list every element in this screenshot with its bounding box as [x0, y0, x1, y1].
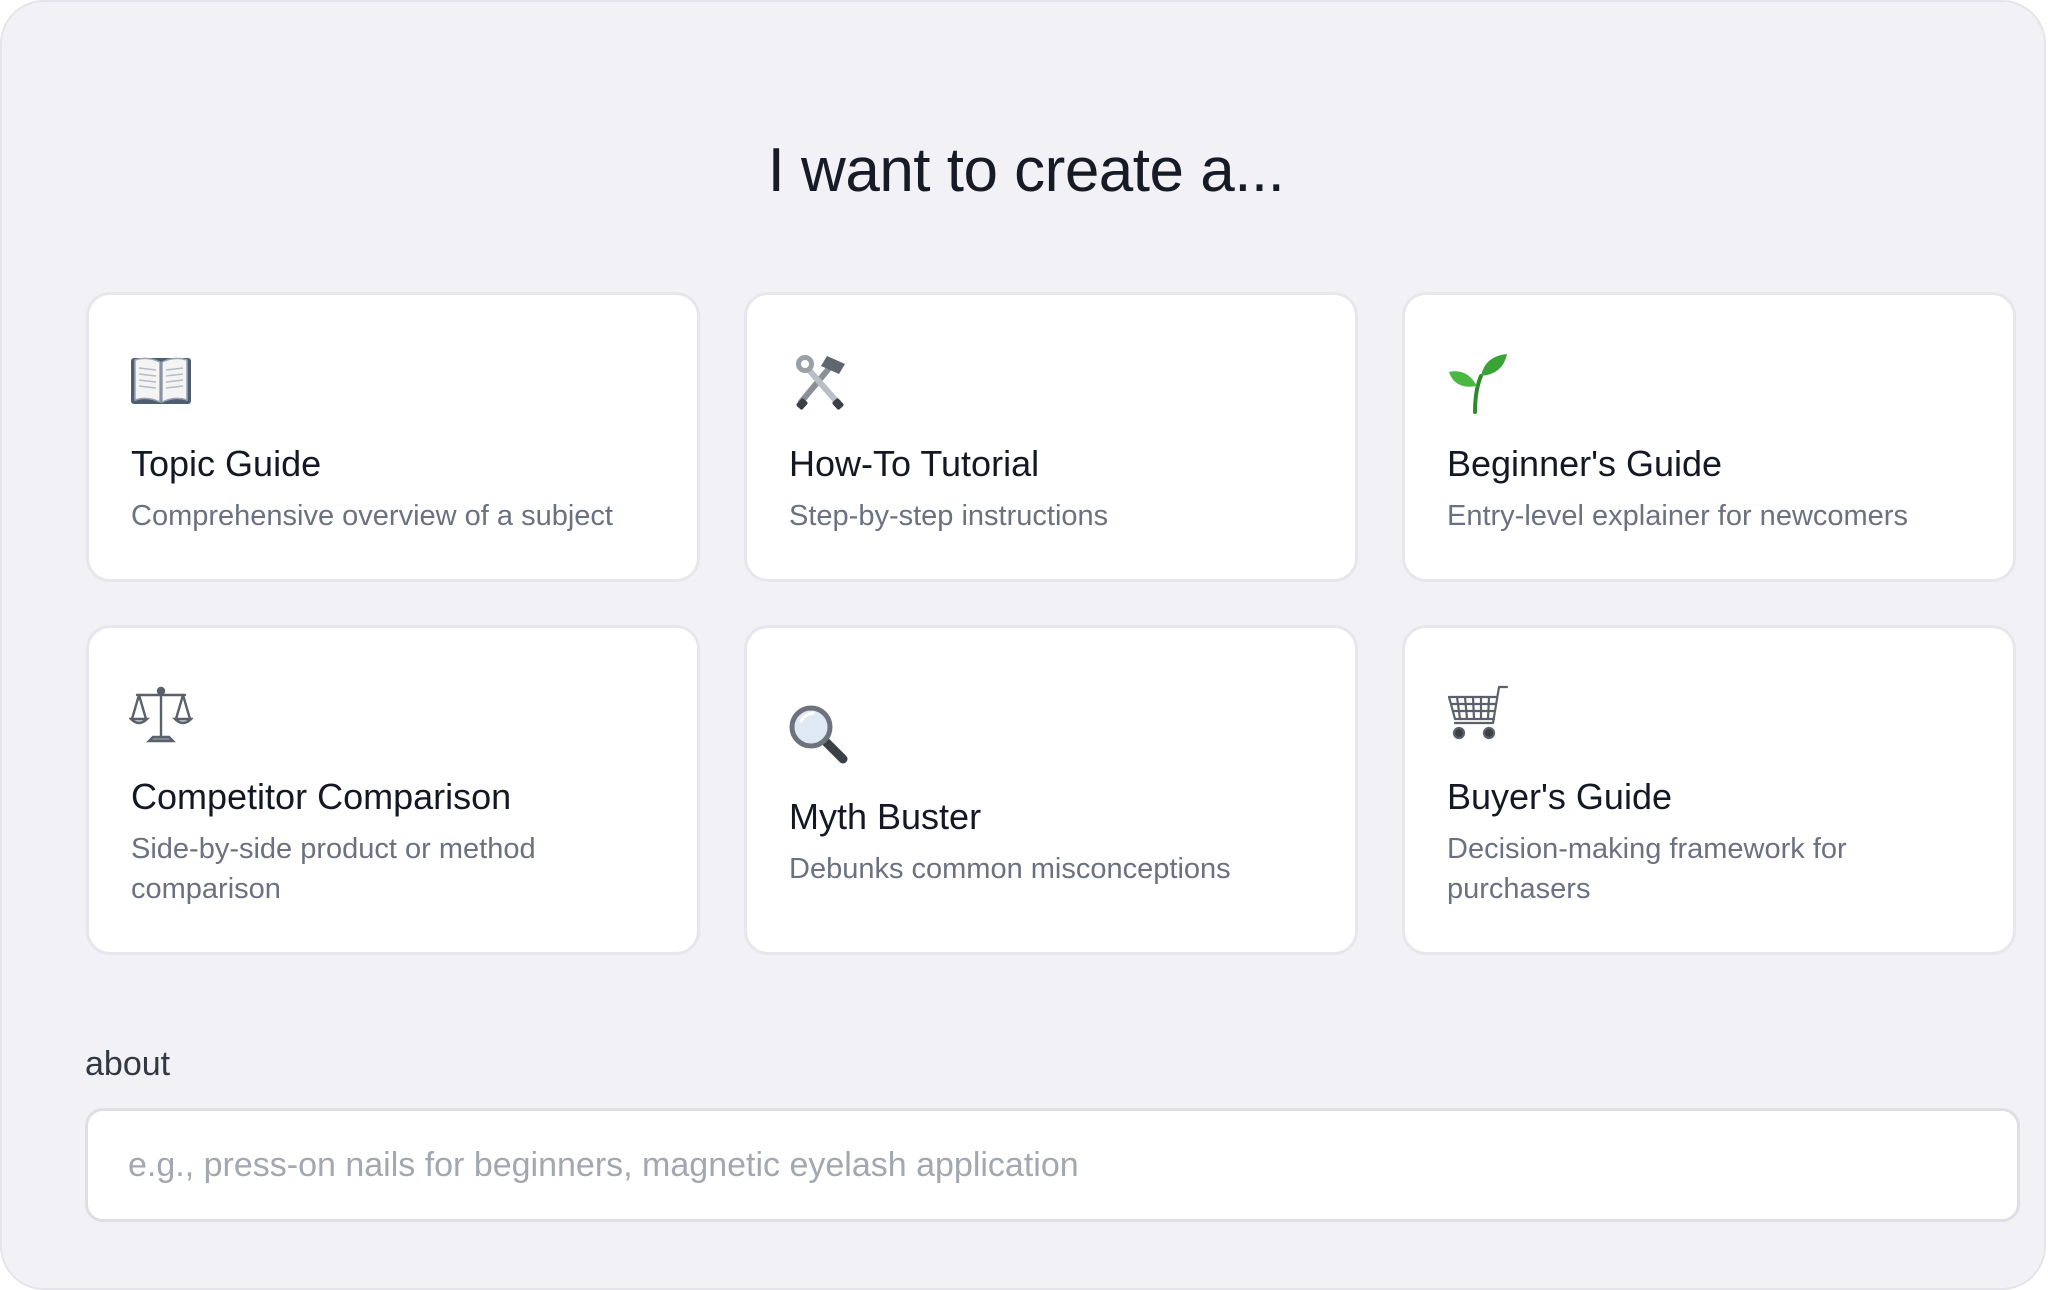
about-label: about [85, 1045, 171, 1083]
option-card-label: Myth Buster [789, 796, 982, 837]
shopping-cart-icon [1445, 683, 1509, 747]
option-card-myth-buster[interactable]: Myth Buster Debunks common misconception… [744, 625, 1358, 955]
option-card-description: Comprehensive overview of a subject [131, 500, 613, 532]
option-card-how-to-tutorial[interactable]: How-To Tutorial Step-by-step instruction… [744, 292, 1358, 582]
option-card-description: Entry-level explainer for newcomers [1447, 500, 1908, 532]
seedling-icon [1445, 350, 1509, 414]
option-card-label: Competitor Comparison [131, 776, 512, 817]
hammer-wrench-icon [787, 350, 851, 414]
option-card-label: How-To Tutorial [789, 443, 1040, 484]
balance-scale-icon [129, 683, 193, 747]
option-card-label: Buyer's Guide [1447, 776, 1672, 817]
page-title: I want to create a... [767, 136, 1285, 205]
content-panel: I want to create a... Topic Guide Compre… [0, 0, 2046, 1290]
option-card-description: Side-by-side product or method compariso… [131, 833, 536, 905]
option-card-beginners-guide[interactable]: Beginner's Guide Entry-level explainer f… [1402, 292, 2016, 582]
open-book-icon [129, 350, 193, 414]
option-card-label: Beginner's Guide [1447, 443, 1723, 484]
about-input[interactable] [85, 1108, 2020, 1222]
option-card-description: Decision-making framework for purchasers [1447, 833, 1847, 905]
option-card-description: Debunks common misconceptions [789, 853, 1231, 885]
option-card-buyers-guide[interactable]: Buyer's Guide Decision-making framework … [1402, 625, 2016, 955]
option-card-topic-guide[interactable]: Topic Guide Comprehensive overview of a … [86, 292, 700, 582]
magnifying-glass-icon [787, 703, 851, 767]
option-card-label: Topic Guide [131, 443, 322, 484]
option-card-competitor-comparison[interactable]: Competitor Comparison Side-by-side produ… [86, 625, 700, 955]
option-card-description: Step-by-step instructions [789, 500, 1109, 532]
